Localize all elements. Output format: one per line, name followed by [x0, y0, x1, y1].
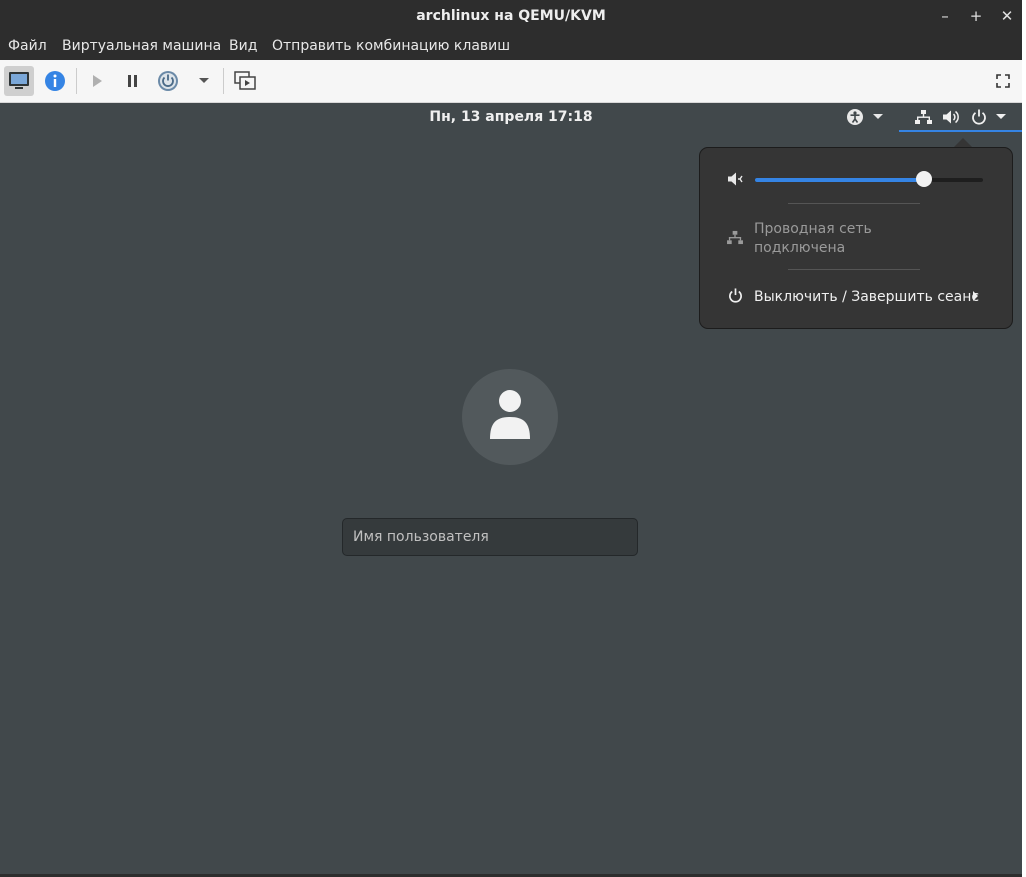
- toolbar: [0, 60, 1022, 103]
- volume-icon[interactable]: [942, 109, 960, 125]
- snapshots-button[interactable]: [230, 66, 260, 96]
- fullscreen-button[interactable]: [988, 66, 1018, 96]
- clock[interactable]: Пн, 13 апреля 17:18: [0, 109, 1022, 125]
- close-button[interactable]: ✕: [997, 6, 1017, 26]
- network-status-text[interactable]: Проводная сеть подключена: [754, 220, 872, 258]
- menu-send-key[interactable]: Отправить комбинацию клавиш: [272, 38, 510, 54]
- gnome-top-bar: Пн, 13 апреля 17:18: [0, 103, 1022, 133]
- status-menu-active-indicator: [899, 130, 1022, 132]
- power-off-logout-item[interactable]: Выключить / Завершить сеанс: [754, 289, 979, 305]
- user-icon: [490, 390, 530, 439]
- maximize-button[interactable]: +: [966, 6, 986, 26]
- power-icon: [158, 71, 178, 91]
- network-wired-icon[interactable]: [915, 109, 932, 125]
- menubar: Файл Виртуальная машина Вид Отправить ко…: [0, 34, 1022, 60]
- shutdown-button[interactable]: [153, 66, 183, 96]
- popover-separator: [788, 269, 920, 270]
- pause-button[interactable]: [117, 66, 147, 96]
- background-window-edge: [1022, 0, 1026, 877]
- menu-virtual-machine[interactable]: Виртуальная машина: [62, 38, 221, 54]
- fullscreen-icon: [996, 74, 1010, 88]
- username-input[interactable]: [342, 518, 638, 556]
- info-icon: [45, 71, 65, 91]
- snapshot-icon: [234, 71, 256, 90]
- toolbar-separator: [76, 68, 77, 94]
- accessibility-icon[interactable]: [846, 108, 864, 126]
- details-button[interactable]: [40, 66, 70, 96]
- menu-view[interactable]: Вид: [229, 38, 257, 54]
- titlebar: archlinux на QEMU/KVM – + ✕: [0, 0, 1022, 34]
- console-icon: [9, 72, 29, 89]
- dropdown-icon: [199, 78, 209, 83]
- run-button[interactable]: [82, 66, 112, 96]
- minimize-button[interactable]: –: [935, 6, 955, 26]
- power-icon[interactable]: [728, 288, 743, 303]
- popover-separator: [788, 203, 920, 204]
- system-menu-popover: Проводная сеть подключена Выключить / Зав…: [699, 147, 1013, 329]
- submenu-arrow-icon: [973, 291, 978, 301]
- guest-display[interactable]: Пн, 13 апреля 17:18 Проводная сеть подкл…: [0, 103, 1022, 874]
- vm-window: archlinux на QEMU/KVM – + ✕ Файл Виртуал…: [0, 0, 1022, 877]
- shutdown-menu-button[interactable]: [189, 66, 219, 96]
- user-avatar: [462, 369, 558, 465]
- console-button[interactable]: [4, 66, 34, 96]
- power-icon[interactable]: [971, 109, 987, 125]
- system-menu-dropdown-icon[interactable]: [996, 114, 1006, 120]
- accessibility-dropdown-icon[interactable]: [873, 114, 883, 120]
- play-icon: [93, 75, 102, 87]
- toolbar-separator: [223, 68, 224, 94]
- volume-slider-fill: [755, 178, 924, 182]
- volume-slider-handle[interactable]: [915, 171, 932, 187]
- menu-file[interactable]: Файл: [8, 38, 47, 54]
- volume-muted-icon[interactable]: [727, 171, 745, 187]
- pause-icon: [128, 75, 137, 87]
- network-wired-icon[interactable]: [727, 230, 743, 245]
- window-title: archlinux на QEMU/KVM: [416, 8, 606, 24]
- volume-slider[interactable]: [755, 171, 983, 187]
